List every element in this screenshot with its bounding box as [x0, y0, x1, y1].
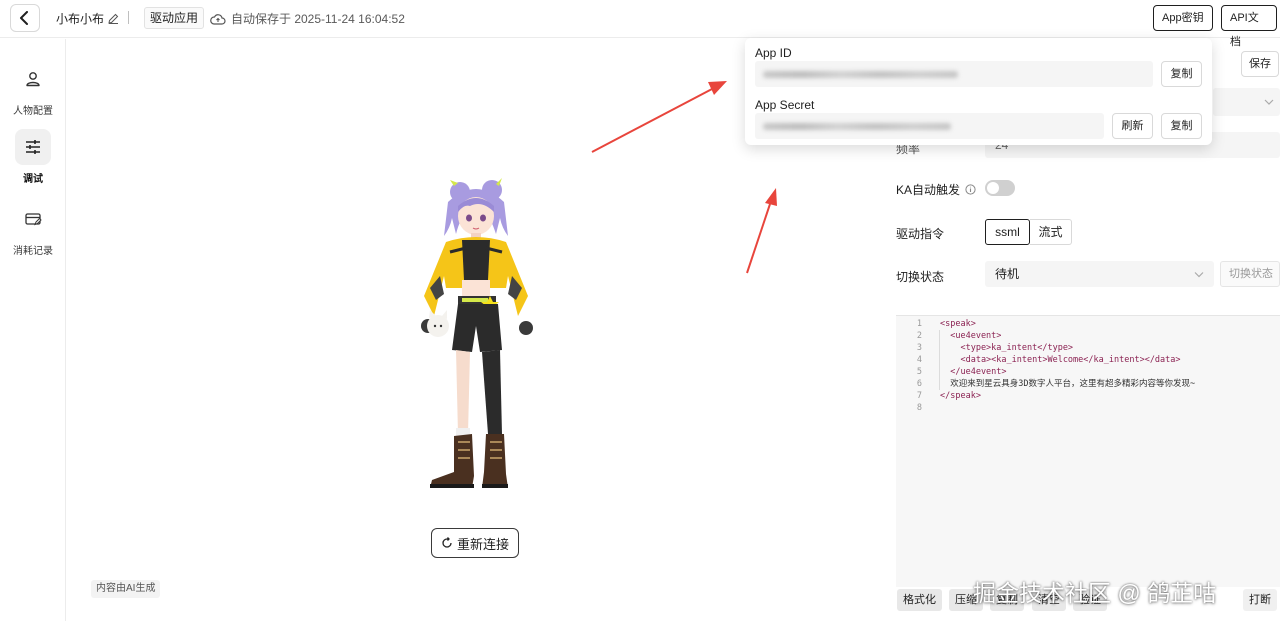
- cloud-icon: [210, 13, 226, 25]
- top-bar: 小布小布 驱动应用 自动保存于 2025-11-24 16:04:52 App密…: [0, 0, 1280, 48]
- refresh-secret-button[interactable]: 刷新: [1112, 113, 1153, 139]
- sidebar-item-usage[interactable]: 消耗记录: [0, 201, 66, 257]
- sliders-icon: [15, 129, 51, 165]
- sidebar: 人物配置 调试 消耗记录: [0, 39, 66, 621]
- autosave-text: 自动保存于 2025-11-24 16:04:52: [231, 12, 405, 26]
- ka-label-text: KA自动触发: [896, 183, 961, 197]
- back-button[interactable]: [10, 4, 40, 32]
- app-name[interactable]: 小布小布: [56, 10, 119, 27]
- drive-command-label: 驱动指令: [896, 227, 945, 241]
- interrupt-button[interactable]: 打断: [1243, 589, 1277, 611]
- config-select[interactable]: [1213, 88, 1280, 116]
- info-icon[interactable]: [965, 184, 976, 195]
- divider: [128, 11, 129, 24]
- redacted-value: [763, 123, 951, 130]
- sidebar-item-label: 调试: [23, 174, 43, 185]
- api-doc-button[interactable]: API文档: [1221, 5, 1277, 48]
- code-text: <data><ka_intent>Welcome</ka_intent></da…: [940, 355, 1181, 365]
- arrow-to-app-id: [591, 81, 727, 153]
- refresh-icon: [442, 537, 452, 548]
- sidebar-item-label: 消耗记录: [13, 246, 53, 257]
- sidebar-item-debug[interactable]: 调试: [0, 129, 66, 185]
- chevron-down-icon: [1194, 272, 1204, 278]
- reconnect-button[interactable]: 重新连接: [431, 528, 519, 558]
- sidebar-item-label: 人物配置: [13, 106, 53, 117]
- code-line: 7 </speak>: [916, 391, 981, 401]
- state-select-value: 待机: [995, 267, 1020, 281]
- code-line: 1 <speak>: [916, 319, 976, 329]
- arrow-to-app-secret: [746, 188, 777, 274]
- switch-state-label: 切换状态: [896, 270, 945, 284]
- chevron-down-icon: [1264, 99, 1274, 105]
- app-secret-label: App Secret: [755, 98, 815, 112]
- save-button[interactable]: 保存: [1241, 51, 1279, 77]
- indent-guide: [939, 330, 940, 390]
- code-text: </speak>: [940, 391, 981, 401]
- code-text: <type>ka_intent</type>: [940, 343, 1074, 353]
- drive-option-ssml[interactable]: ssml: [985, 219, 1030, 245]
- ka-auto-trigger-toggle[interactable]: [985, 180, 1015, 196]
- code-line: 6 欢迎来到星云具身3D数字人平台，这里有超多精彩内容等你发现~: [916, 379, 1196, 389]
- code-text: <ue4event>: [940, 331, 1002, 341]
- copy-app-id-button[interactable]: 复制: [1161, 61, 1202, 87]
- ka-auto-trigger-label: KA自动触发: [896, 181, 976, 198]
- switch-state-button[interactable]: 切换状态: [1220, 261, 1280, 287]
- code-line: 2 <ue4event>: [916, 331, 1002, 341]
- autosave-status: 自动保存于 2025-11-24 16:04:52: [210, 10, 405, 27]
- reconnect-label: 重新连接: [456, 536, 509, 552]
- ai-generated-note: 内容由AI生成: [91, 580, 161, 598]
- copy-app-secret-button[interactable]: 复制: [1161, 113, 1202, 139]
- app-key-button[interactable]: App密钥: [1153, 5, 1213, 31]
- code-line: 8: [916, 403, 922, 413]
- code-text: <speak>: [940, 319, 976, 329]
- chevron-left-icon: [20, 11, 28, 25]
- person-icon: [15, 61, 51, 97]
- card-edit-icon: [15, 201, 51, 237]
- app-key-popover: App ID 复制 App Secret 刷新 复制: [745, 38, 1212, 145]
- app-type-tag: 驱动应用: [144, 7, 205, 29]
- app-secret-field[interactable]: [755, 113, 1104, 139]
- drive-option-stream[interactable]: 流式: [1030, 219, 1072, 245]
- code-line: 4 <data><ka_intent>Welcome</ka_intent></…: [916, 355, 1181, 365]
- sidebar-item-character[interactable]: 人物配置: [0, 61, 66, 117]
- app-id-label: App ID: [755, 46, 792, 60]
- format-button[interactable]: 格式化: [897, 589, 942, 611]
- avatar-figure: [421, 178, 533, 488]
- code-line: 3 <type>ka_intent</type>: [916, 343, 1074, 353]
- redacted-value: [763, 71, 958, 78]
- code-text: </ue4event>: [940, 367, 1007, 377]
- code-line: 5 </ue4event>: [916, 367, 1007, 377]
- state-select[interactable]: 待机: [985, 261, 1214, 287]
- ssml-code-editor[interactable]: 1 <speak> 2 <ue4event> 3 <type>ka_intent<…: [896, 315, 1280, 587]
- app-id-field[interactable]: [755, 61, 1153, 87]
- edit-icon[interactable]: [108, 13, 119, 24]
- app-name-text: 小布小布: [56, 12, 105, 26]
- code-lines: 1 <speak> 2 <ue4event> 3 <type>ka_intent<…: [896, 316, 1280, 414]
- code-text: 欢迎来到星云具身3D数字人平台，这里有超多精彩内容等你发现~: [940, 379, 1196, 389]
- watermark: 掘金技术社区 @ 鸽芷咕: [973, 580, 1217, 606]
- digital-human-avatar: [410, 176, 550, 492]
